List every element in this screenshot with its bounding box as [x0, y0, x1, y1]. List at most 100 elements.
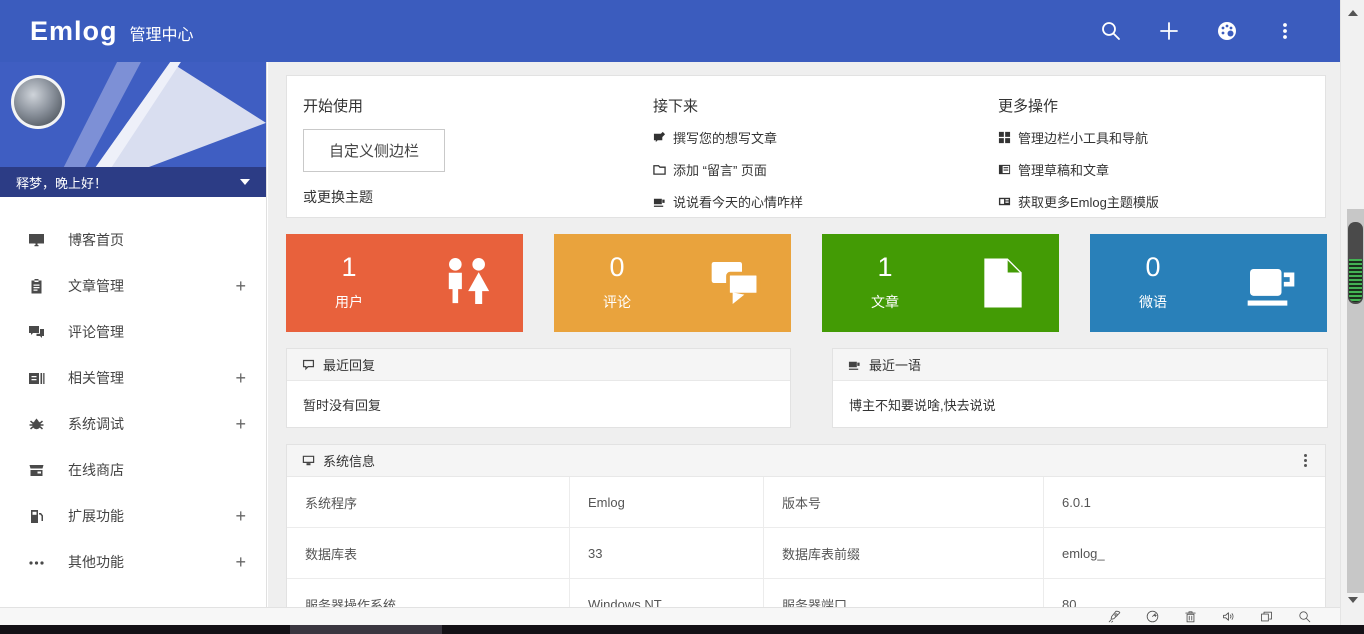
- drafts-icon: [998, 163, 1011, 176]
- expand-plus-icon: +: [235, 276, 246, 297]
- get-themes-link[interactable]: 获取更多Emlog主题模版: [998, 192, 1159, 211]
- plus-icon: [1158, 20, 1180, 42]
- sidebar-item-label: 在线商店: [68, 460, 124, 480]
- more-actions-column: 更多操作 管理边栏小工具和导航 管理草稿和文章 获取更多Emlog主题模版: [998, 95, 1159, 224]
- scrollbar-track[interactable]: [1347, 209, 1364, 593]
- rocket-icon[interactable]: [1107, 609, 1122, 624]
- sidebar-item-label: 博客首页: [68, 230, 124, 250]
- stat-cards: 1 用户 0 评论 1 文章: [286, 234, 1327, 332]
- search-icon[interactable]: [1297, 609, 1312, 624]
- sidebar-item-comments[interactable]: 评论管理: [0, 309, 266, 355]
- theme-button[interactable]: [1216, 20, 1238, 42]
- ellipsis-icon: [28, 554, 45, 571]
- stat-card-tweets[interactable]: 0 微语: [1090, 234, 1327, 332]
- windows-taskbar-edge[interactable]: [0, 625, 1364, 634]
- customize-sidebar-button[interactable]: 自定义侧边栏: [303, 129, 445, 172]
- grid-icon: [998, 131, 1011, 144]
- write-article-link[interactable]: 撰写您的想写文章: [653, 128, 803, 147]
- table-cell: 数据库表: [287, 528, 569, 578]
- table-cell: 数据库表前缀: [763, 528, 1043, 578]
- kebab-menu-icon: [1274, 20, 1296, 42]
- panel-header: 最近回复: [287, 349, 790, 381]
- topbar-actions: [1100, 0, 1296, 62]
- table-cell: 80: [1043, 579, 1325, 607]
- mug-icon: [653, 195, 666, 208]
- stat-label: 评论: [584, 292, 650, 312]
- page-icon: [653, 163, 666, 176]
- manage-widgets-link[interactable]: 管理边栏小工具和导航: [998, 128, 1159, 147]
- window-icon[interactable]: [1259, 609, 1274, 624]
- emlog-admin-screen: Emlog 管理中心: [0, 0, 1364, 634]
- store-icon: [28, 462, 45, 479]
- recent-replies-panel: 最近回复 暂时没有回复: [286, 348, 791, 428]
- panel-kebab-menu[interactable]: [1301, 451, 1310, 470]
- sidebar: 释梦，晚上好！ 博客首页 文章管理 +: [0, 62, 267, 607]
- sidebar-item-label: 其他功能: [68, 552, 124, 572]
- table-row: 数据库表 33 数据库表前缀 emlog_: [287, 528, 1325, 579]
- write-icon: [653, 131, 666, 144]
- expand-plus-icon: +: [235, 414, 246, 435]
- stat-value: 0: [1120, 252, 1186, 283]
- stat-label: 微语: [1120, 292, 1186, 312]
- user-greeting-bar[interactable]: 释梦，晚上好！: [0, 167, 266, 197]
- gauge-icon[interactable]: [1145, 609, 1160, 624]
- table-cell: Windows NT: [569, 579, 763, 607]
- taskbar-item[interactable]: [290, 625, 442, 634]
- profile-header[interactable]: [0, 62, 266, 167]
- expand-plus-icon: +: [235, 506, 246, 527]
- user-avatar[interactable]: [11, 75, 65, 129]
- recent-tweet-panel: 最近一语 博主不知要说啥,快去说说: [832, 348, 1328, 428]
- sidebar-item-debug[interactable]: 系统调试 +: [0, 401, 266, 447]
- post-tweet-link[interactable]: 说说看今天的心情咋样: [653, 192, 803, 211]
- sidebar-item-label: 评论管理: [68, 322, 124, 342]
- system-info-panel: 系统信息 系统程序 Emlog 版本号 6.0.1 数据库表 33 数据库表前缀…: [286, 444, 1326, 607]
- greeting-text: 释梦，晚上好！: [16, 173, 107, 192]
- add-button[interactable]: [1158, 20, 1180, 42]
- sidebar-item-articles[interactable]: 文章管理 +: [0, 263, 266, 309]
- panel-title: 最近一语: [869, 355, 921, 374]
- panel-body: 暂时没有回复: [287, 381, 790, 427]
- sidebar-item-store[interactable]: 在线商店: [0, 447, 266, 493]
- panel-title: 系统信息: [323, 451, 375, 470]
- stat-card-articles[interactable]: 1 文章: [822, 234, 1059, 332]
- panel-body: 博主不知要说啥,快去说说: [833, 381, 1327, 427]
- sidebar-item-label: 扩展功能: [68, 506, 124, 526]
- sidebar-item-other[interactable]: 其他功能 +: [0, 539, 266, 585]
- scrollbar-thumb[interactable]: [1348, 222, 1363, 304]
- table-cell: 服务器操作系统: [287, 579, 569, 607]
- scroll-up-arrow-icon[interactable]: [1348, 10, 1358, 16]
- chevron-down-icon: [240, 179, 250, 185]
- table-cell: 系统程序: [287, 477, 569, 527]
- stat-value: 1: [316, 252, 382, 283]
- file-icon: [975, 255, 1031, 311]
- speech-bubble-icon: [302, 358, 315, 371]
- search-icon: [1100, 20, 1122, 42]
- more-menu-button[interactable]: [1274, 20, 1296, 42]
- add-page-link[interactable]: 添加 “留言” 页面: [653, 160, 803, 179]
- chat-icon: [707, 255, 763, 311]
- bug-icon: [28, 416, 45, 433]
- admin-center-title: 管理中心: [130, 21, 194, 45]
- change-theme-link[interactable]: 或更换主题: [303, 187, 445, 207]
- sidebar-item-related[interactable]: 相关管理 +: [0, 355, 266, 401]
- stat-label: 用户: [316, 292, 382, 312]
- vertical-scrollbar[interactable]: [1340, 0, 1364, 634]
- table-cell: Emlog: [569, 477, 763, 527]
- manage-drafts-link[interactable]: 管理草稿和文章: [998, 160, 1159, 179]
- logo-text: Emlog: [30, 16, 118, 47]
- stat-card-users[interactable]: 1 用户: [286, 234, 523, 332]
- stat-card-comments[interactable]: 0 评论: [554, 234, 791, 332]
- emlog-logo[interactable]: Emlog 管理中心: [30, 16, 194, 47]
- volume-icon[interactable]: [1221, 609, 1236, 624]
- expand-plus-icon: +: [235, 368, 246, 389]
- sidebar-item-blog-home[interactable]: 博客首页: [0, 217, 266, 263]
- trash-icon[interactable]: [1183, 609, 1198, 624]
- mug-icon: [1243, 255, 1299, 311]
- scroll-down-arrow-icon[interactable]: [1348, 597, 1358, 603]
- themes-icon: [998, 195, 1011, 208]
- welcome-card: 开始使用 自定义侧边栏 或更换主题 接下来 撰写您的想写文章 添加 “留言” 页…: [286, 75, 1326, 218]
- sidebar-item-extensions[interactable]: 扩展功能 +: [0, 493, 266, 539]
- search-button[interactable]: [1100, 20, 1122, 42]
- table-cell: 6.0.1: [1043, 477, 1325, 527]
- users-icon: [439, 255, 495, 311]
